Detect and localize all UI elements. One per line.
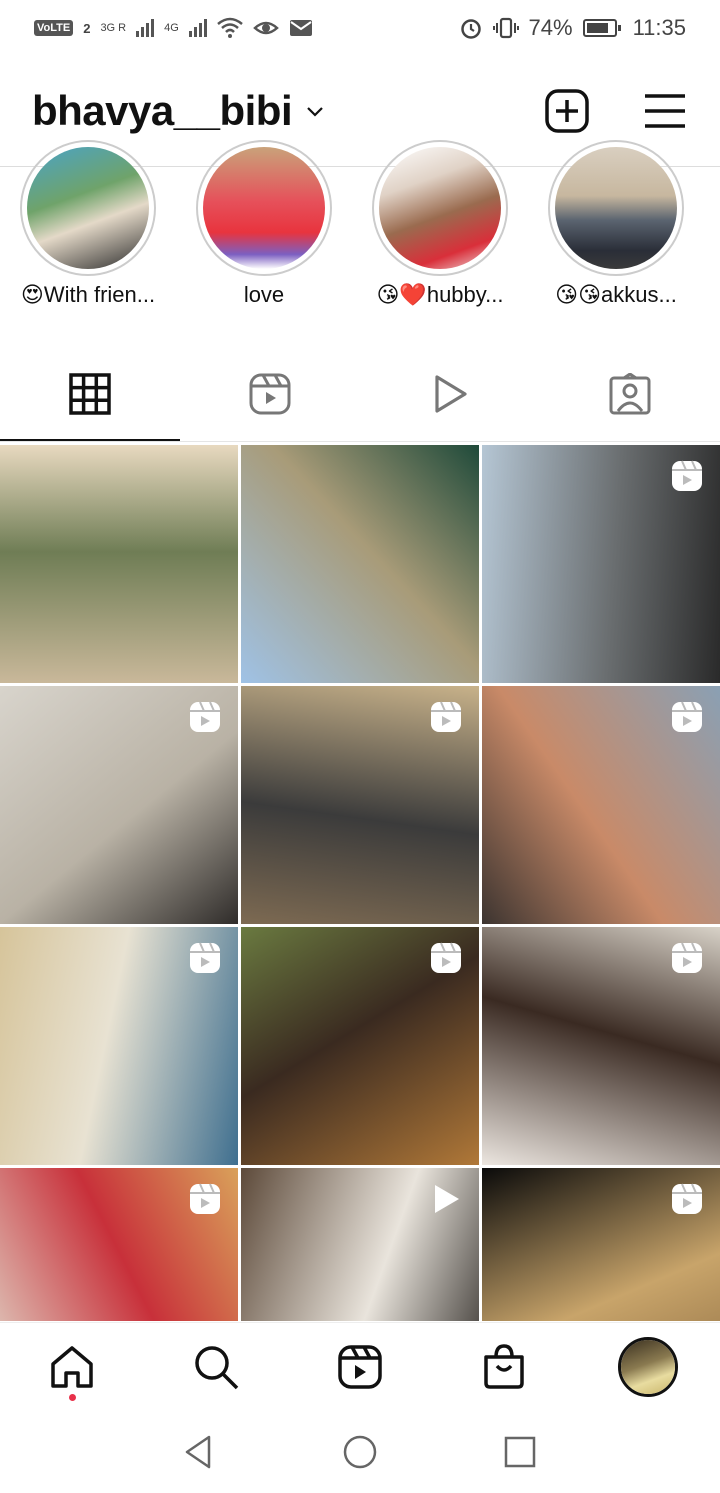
status-bar: VoLTE 2 3G R 4G 74% 11:35	[0, 0, 720, 56]
highlight-label: 😍With frien...	[20, 282, 156, 307]
highlight-label: 😘😘akkus...	[555, 282, 677, 307]
highlight-item[interactable]: 😘😘akkus...	[528, 140, 704, 320]
clock: 11:35	[632, 15, 686, 40]
highlight-cover	[20, 140, 156, 276]
wifi-icon	[217, 17, 243, 38]
grid-post[interactable]	[482, 927, 720, 1165]
grid-post[interactable]	[241, 1168, 479, 1321]
nav-reels[interactable]	[310, 1323, 410, 1411]
reel-badge-icon	[672, 1183, 702, 1214]
reel-badge-icon	[672, 701, 702, 732]
highlight-cover	[372, 140, 508, 276]
nav-profile[interactable]	[598, 1323, 698, 1411]
reels-icon	[338, 1344, 382, 1389]
reel-badge-icon	[431, 701, 461, 732]
highlight-item[interactable]: 😘❤️hubby...	[352, 140, 528, 320]
bottom-nav	[0, 1322, 720, 1410]
notification-dot	[69, 1393, 76, 1401]
tagged-person-icon	[609, 373, 651, 415]
volte-indicator: VoLTE	[34, 20, 74, 36]
reels-icon	[249, 373, 291, 415]
mail-icon	[289, 20, 312, 36]
sim-number: 2	[83, 20, 91, 36]
grid-post[interactable]	[482, 686, 720, 924]
shopping-bag-icon	[484, 1343, 524, 1389]
vibrate-icon	[492, 17, 519, 39]
story-highlights: 😍With frien... love 😘❤️hubby... 😘😘akkus.…	[0, 140, 720, 320]
profile-tabs	[0, 346, 720, 442]
back-icon[interactable]	[181, 1433, 219, 1471]
nav-home[interactable]	[22, 1323, 122, 1411]
reel-badge-icon	[190, 942, 220, 973]
tab-videos[interactable]	[360, 346, 540, 442]
account-switcher[interactable]: bhavya__bibi	[32, 87, 324, 135]
reel-badge-icon	[431, 942, 461, 973]
username: bhavya__bibi	[32, 87, 293, 134]
nav-search[interactable]	[166, 1323, 266, 1411]
signal-bars-icon	[136, 19, 155, 37]
grid-post[interactable]	[0, 686, 238, 924]
home-button-icon[interactable]	[341, 1433, 379, 1471]
grid-post[interactable]	[241, 445, 479, 683]
highlight-item[interactable]: love	[176, 140, 352, 320]
reel-badge-icon	[672, 942, 702, 973]
reel-badge-icon	[190, 701, 220, 732]
grid-post[interactable]	[0, 927, 238, 1165]
home-icon	[51, 1345, 93, 1388]
grid-post[interactable]	[482, 445, 720, 683]
play-icon	[435, 375, 467, 413]
highlight-label: love	[243, 282, 285, 307]
video-badge-icon	[435, 1185, 459, 1213]
avatar	[618, 1336, 678, 1397]
highlight-label: 😘❤️hubby...	[376, 282, 504, 307]
grid-post[interactable]	[241, 927, 479, 1165]
grid-post[interactable]	[482, 1168, 720, 1321]
grid-post[interactable]	[0, 1168, 238, 1321]
network-4g-label: 4G	[164, 22, 179, 34]
tab-reels[interactable]	[180, 346, 360, 442]
alarm-icon	[460, 19, 481, 39]
system-navigation-bar	[0, 1410, 720, 1493]
search-icon	[195, 1345, 239, 1389]
eye-comfort-icon	[252, 21, 279, 35]
highlight-cover	[196, 140, 332, 276]
tab-tagged[interactable]	[540, 346, 720, 442]
network-3g-label: 3G R	[100, 22, 127, 34]
battery-icon	[582, 19, 621, 37]
highlight-cover	[548, 140, 684, 276]
menu-icon[interactable]	[642, 88, 688, 134]
posts-grid	[0, 445, 720, 1321]
chevron-down-icon	[307, 107, 323, 117]
grid-post[interactable]	[0, 445, 238, 683]
highlight-item[interactable]: 😍With frien...	[0, 140, 176, 320]
tabs-divider	[0, 441, 720, 442]
battery-percent: 74%	[528, 15, 573, 40]
reel-badge-icon	[672, 460, 702, 491]
create-post-icon[interactable]	[544, 88, 590, 134]
grid-icon	[69, 373, 111, 415]
nav-shop[interactable]	[454, 1323, 554, 1411]
tab-grid[interactable]	[0, 346, 180, 442]
grid-post[interactable]	[241, 686, 479, 924]
recents-icon[interactable]	[501, 1433, 539, 1471]
reel-badge-icon	[190, 1183, 220, 1214]
signal-bars-icon	[188, 19, 207, 37]
